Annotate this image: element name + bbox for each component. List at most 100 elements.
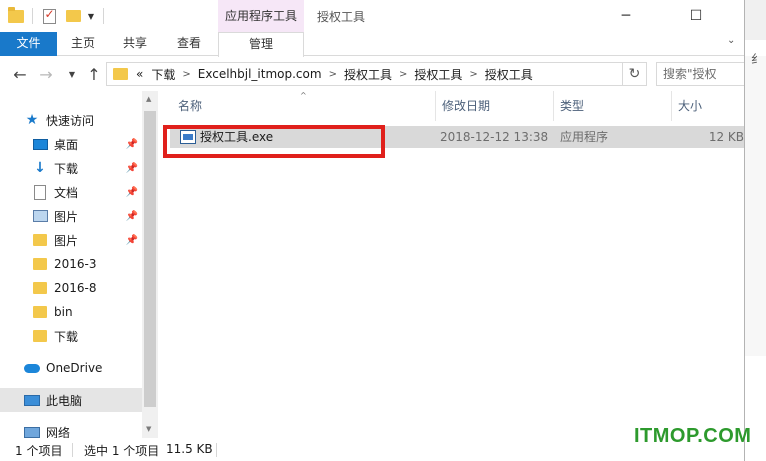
nav-item-folder[interactable]: 2016-8 bbox=[0, 276, 142, 300]
pin-icon: 📌 bbox=[125, 234, 138, 246]
column-header-name[interactable]: 名称 bbox=[172, 91, 436, 121]
annotation-highlight-box bbox=[163, 125, 385, 158]
breadcrumb-item[interactable]: 授权工具 bbox=[485, 66, 533, 83]
file-size: 12 KB bbox=[708, 130, 744, 144]
breadcrumb-overflow[interactable]: « bbox=[136, 67, 143, 81]
breadcrumb-chevron-icon[interactable]: > bbox=[329, 69, 337, 80]
status-separator bbox=[72, 443, 73, 457]
maximize-button[interactable]: ☐ bbox=[673, 3, 719, 29]
scrollbar-thumb[interactable] bbox=[144, 111, 156, 407]
minimize-button[interactable]: ─ bbox=[603, 3, 649, 29]
nav-label: bin bbox=[54, 305, 73, 319]
breadcrumb-item[interactable]: 授权工具 bbox=[344, 66, 392, 83]
folder-icon bbox=[113, 68, 128, 80]
nav-label: 下载 bbox=[54, 329, 79, 344]
tab-share[interactable]: 共享 bbox=[112, 32, 158, 56]
column-header-type[interactable]: 类型 bbox=[554, 91, 672, 121]
folder-icon bbox=[32, 232, 48, 248]
folder-icon bbox=[32, 256, 48, 272]
file-modified: 2018-12-12 13:38 bbox=[440, 130, 549, 144]
toolbar-separator bbox=[103, 8, 104, 24]
nav-item-folder[interactable]: 2016-3 bbox=[0, 252, 142, 276]
breadcrumb-item[interactable]: 授权工具 bbox=[414, 66, 462, 83]
column-header-size[interactable]: 大小 bbox=[672, 91, 744, 121]
tab-manage[interactable]: 管理 bbox=[218, 32, 304, 57]
breadcrumb-chevron-icon[interactable]: > bbox=[469, 69, 477, 80]
nav-item-downloads[interactable]: ↓ 下载 📌 bbox=[0, 156, 142, 180]
watermark: ITMOP.COM bbox=[634, 425, 752, 447]
forward-button[interactable]: → bbox=[36, 64, 56, 84]
properties-button[interactable] bbox=[40, 7, 58, 25]
new-folder-button[interactable] bbox=[64, 7, 82, 25]
back-button[interactable]: ← bbox=[10, 64, 30, 84]
nav-item-desktop[interactable]: 桌面 📌 bbox=[0, 132, 142, 156]
status-item-count: 1 个项目 bbox=[15, 444, 63, 458]
breadcrumb-chevron-icon[interactable]: > bbox=[399, 69, 407, 80]
desktop-icon bbox=[32, 136, 48, 152]
pin-icon: 📌 bbox=[125, 186, 138, 198]
nav-onedrive[interactable]: OneDrive bbox=[0, 356, 142, 380]
status-separator bbox=[216, 443, 217, 457]
nav-item-folder[interactable]: bin bbox=[0, 300, 142, 324]
nav-item-documents[interactable]: 文档 📌 bbox=[0, 180, 142, 204]
ribbon-tabs: 文件 主页 共享 查看 管理 ⌄ ? bbox=[0, 32, 766, 57]
navigation-pane: ★ 快速访问 桌面 📌 ↓ 下载 📌 文档 📌 图片 📌 图片 📌 2016-3… bbox=[0, 91, 158, 438]
nav-label: 2016-8 bbox=[54, 281, 97, 295]
network-icon bbox=[24, 424, 40, 438]
expand-ribbon-icon[interactable]: ⌄ bbox=[727, 35, 735, 46]
title-bar: ▼ 应用程序工具 授权工具 ─ ☐ bbox=[0, 0, 766, 32]
tab-home[interactable]: 主页 bbox=[60, 32, 106, 56]
nav-label: 图片 bbox=[54, 209, 79, 224]
nav-item-folder[interactable]: 下载 bbox=[0, 324, 142, 348]
customize-quick-access-button[interactable]: ▼ bbox=[86, 7, 96, 25]
folder-icon bbox=[8, 6, 24, 25]
pin-icon: 📌 bbox=[125, 210, 138, 222]
tab-view[interactable]: 查看 bbox=[166, 32, 212, 56]
adjacent-window[interactable]: 纟 bbox=[744, 0, 766, 461]
nav-label: 快速访问 bbox=[46, 113, 95, 128]
refresh-button[interactable]: ↻ bbox=[623, 62, 647, 86]
nav-label: OneDrive bbox=[46, 361, 103, 375]
download-icon: ↓ bbox=[34, 160, 46, 176]
nav-quick-access[interactable]: ★ 快速访问 bbox=[0, 108, 142, 132]
context-tab-app-tools[interactable]: 应用程序工具 bbox=[218, 0, 304, 32]
nav-scrollbar[interactable]: ▲ ▼ bbox=[142, 91, 158, 438]
cloud-icon bbox=[24, 360, 40, 376]
nav-label: 网络 bbox=[46, 425, 71, 439]
recent-locations-button[interactable]: ▼ bbox=[62, 64, 82, 84]
status-bar: 1 个项目 选中 1 个项目 11.5 KB bbox=[0, 438, 744, 461]
file-type: 应用程序 bbox=[560, 130, 609, 144]
tab-file[interactable]: 文件 bbox=[0, 32, 57, 56]
status-size: 11.5 KB bbox=[166, 442, 213, 456]
adjacent-window-text: 纟 bbox=[751, 52, 764, 66]
breadcrumb-chevron-icon[interactable]: > bbox=[182, 69, 190, 80]
status-selected: 选中 1 个项目 bbox=[84, 444, 160, 458]
scroll-up-icon[interactable]: ▲ bbox=[146, 95, 151, 103]
nav-label: 文档 bbox=[54, 185, 79, 200]
nav-label: 下载 bbox=[54, 161, 79, 176]
pin-icon: 📌 bbox=[125, 162, 138, 174]
nav-label: 桌面 bbox=[54, 137, 79, 152]
up-button[interactable]: ↑ bbox=[84, 64, 104, 84]
nav-item-pictures[interactable]: 图片 📌 bbox=[0, 204, 142, 228]
address-bar[interactable]: « 下载 > Excelhbjl_itmop.com > 授权工具 > 授权工具… bbox=[106, 62, 721, 86]
nav-item-pictures-folder[interactable]: 图片 📌 bbox=[0, 228, 142, 252]
nav-label: 图片 bbox=[54, 233, 79, 248]
adjacent-window-titlebar bbox=[745, 0, 766, 40]
new-folder-icon bbox=[65, 10, 81, 22]
nav-network[interactable]: 网络 bbox=[0, 420, 142, 438]
nav-label: 此电脑 bbox=[46, 393, 83, 408]
pictures-icon bbox=[32, 208, 48, 224]
scroll-down-icon[interactable]: ▼ bbox=[146, 425, 151, 433]
address-row: ← → ▼ ↑ « 下载 > Excelhbjl_itmop.com > 授权工… bbox=[0, 57, 766, 91]
breadcrumb-item[interactable]: 下载 bbox=[151, 66, 175, 83]
window-title: 授权工具 bbox=[317, 10, 366, 24]
column-header-modified[interactable]: 修改日期 bbox=[436, 91, 554, 121]
toolbar-separator bbox=[32, 8, 33, 24]
folder-icon bbox=[32, 280, 48, 296]
breadcrumb-item[interactable]: Excelhbjl_itmop.com bbox=[198, 67, 322, 81]
nav-this-pc[interactable]: 此电脑 bbox=[0, 388, 142, 412]
folder-icon bbox=[32, 328, 48, 344]
computer-icon bbox=[24, 392, 40, 408]
properties-icon bbox=[42, 7, 56, 24]
